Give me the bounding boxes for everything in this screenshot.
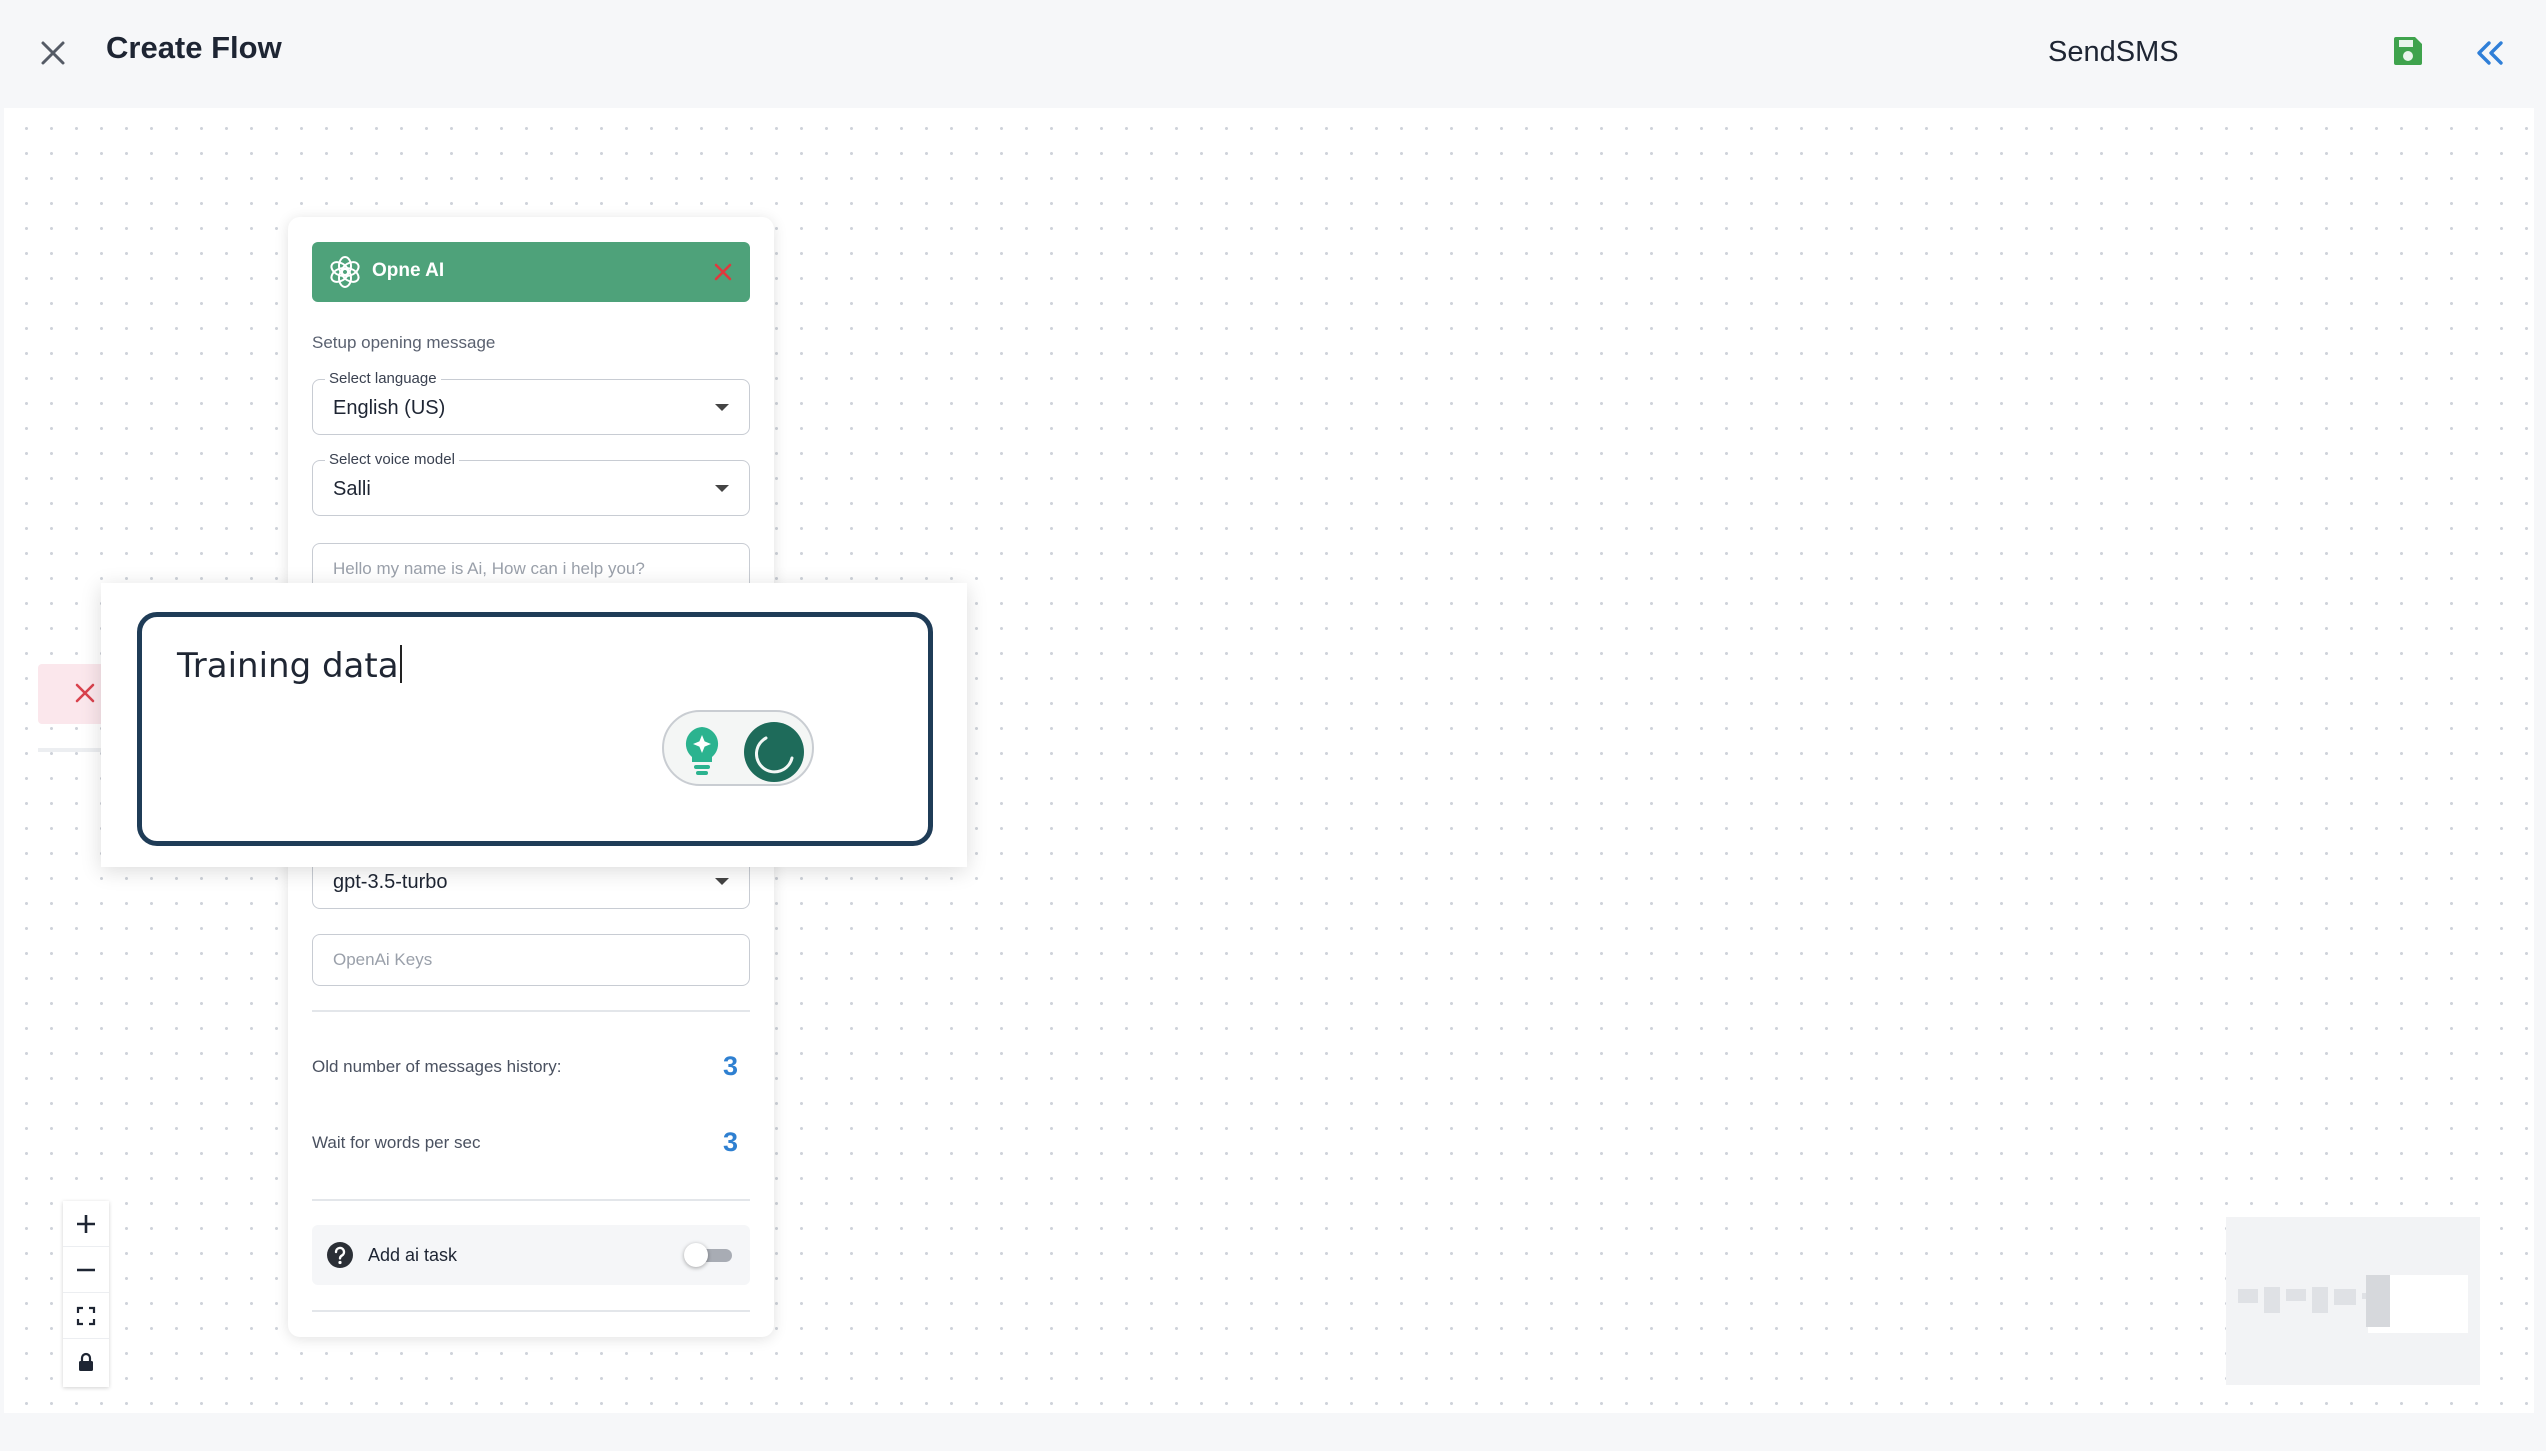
wait-value[interactable]: 3 xyxy=(723,1127,738,1158)
minimap-node xyxy=(2286,1289,2306,1301)
history-label: Old number of messages history: xyxy=(312,1057,562,1076)
training-data-input[interactable]: Training data xyxy=(137,612,933,846)
divider xyxy=(312,1310,750,1312)
add-ai-task-toggle[interactable] xyxy=(684,1243,734,1267)
language-select[interactable]: Select language English (US) xyxy=(312,370,750,435)
training-data-popup: Training data xyxy=(101,583,967,867)
node-header: Opne AI xyxy=(312,242,750,302)
history-value[interactable]: 3 xyxy=(723,1051,738,1082)
wait-label: Wait for words per sec xyxy=(312,1133,481,1152)
model-select-value: gpt-3.5-turbo xyxy=(333,871,448,893)
language-select-value: English (US) xyxy=(333,397,446,419)
lightbulb-sparkle-icon[interactable] xyxy=(678,724,726,778)
zoom-out-button[interactable] xyxy=(63,1247,109,1293)
text-cursor xyxy=(399,645,402,683)
chevron-down-icon xyxy=(715,404,729,411)
minimap-node xyxy=(2238,1289,2258,1303)
close-icon xyxy=(75,683,95,703)
wait-row: Wait for words per sec 3 xyxy=(312,1123,750,1163)
top-bar: Create Flow xyxy=(0,0,2546,106)
minus-icon xyxy=(77,1268,95,1271)
setup-opening-message-label: Setup opening message xyxy=(312,333,496,352)
close-icon xyxy=(41,41,65,65)
canvas-controls xyxy=(63,1201,109,1387)
language-select-label: Select language xyxy=(325,370,441,387)
assistant-widget xyxy=(662,710,814,786)
voice-model-select-label: Select voice model xyxy=(325,451,459,468)
lock-icon xyxy=(79,1352,93,1371)
side-node-edge xyxy=(38,748,108,752)
zoom-in-button[interactable] xyxy=(63,1201,109,1247)
question-circle-icon xyxy=(327,1242,353,1268)
double-chevron-left-icon xyxy=(2477,41,2503,65)
minimap-node xyxy=(2334,1289,2356,1305)
chevron-down-icon xyxy=(715,878,729,885)
collapse-panel-button[interactable] xyxy=(2473,36,2509,72)
minimap-node xyxy=(2312,1287,2328,1313)
training-data-value: Training data xyxy=(177,646,399,686)
add-ai-task-label: Add ai task xyxy=(368,1245,458,1265)
fit-view-icon xyxy=(76,1306,96,1325)
divider xyxy=(312,1199,750,1201)
training-data-text: Training data xyxy=(177,645,402,686)
fit-view-button[interactable] xyxy=(63,1293,109,1339)
voice-model-select-value: Salli xyxy=(333,478,371,500)
minimap-node xyxy=(2264,1287,2280,1313)
close-flow-button[interactable] xyxy=(34,34,72,72)
toggle-knob xyxy=(684,1243,708,1267)
voice-model-select[interactable]: Select voice model Salli xyxy=(312,451,750,516)
minimap-node xyxy=(2366,1275,2390,1327)
add-ai-task-row: Add ai task xyxy=(312,1225,750,1285)
openai-logo-icon xyxy=(330,256,360,288)
openai-keys-input[interactable] xyxy=(312,934,750,986)
lock-canvas-button[interactable] xyxy=(63,1339,109,1385)
minimap[interactable] xyxy=(2226,1217,2480,1385)
history-row: Old number of messages history: 3 xyxy=(312,1047,750,1087)
save-button[interactable] xyxy=(2391,34,2429,72)
chat-bubble-icon[interactable] xyxy=(742,720,806,784)
remove-node-button[interactable] xyxy=(710,259,736,285)
page-title: Create Flow xyxy=(106,30,282,65)
chevron-down-icon xyxy=(715,485,729,492)
flow-name-input[interactable] xyxy=(2016,20,2360,84)
plus-icon xyxy=(77,1214,95,1233)
close-icon xyxy=(714,263,732,281)
divider xyxy=(312,1010,750,1012)
node-title: Opne AI xyxy=(372,260,445,281)
save-icon xyxy=(2394,37,2422,65)
